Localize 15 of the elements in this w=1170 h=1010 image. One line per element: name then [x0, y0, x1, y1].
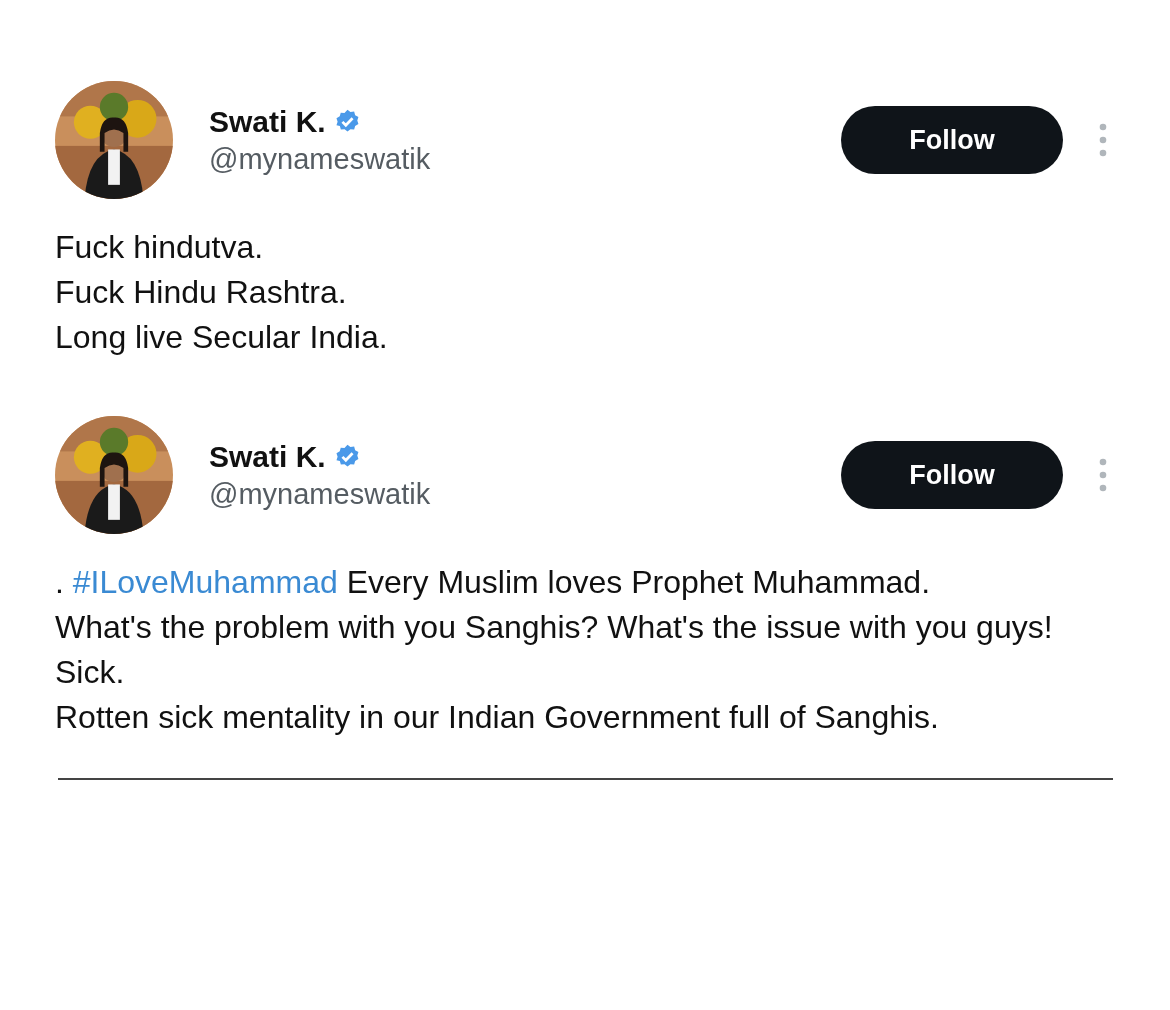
- more-icon[interactable]: [1099, 122, 1107, 158]
- author-name[interactable]: Swati K.: [209, 439, 326, 474]
- follow-button[interactable]: Follow: [841, 106, 1063, 174]
- follow-button[interactable]: Follow: [841, 441, 1063, 509]
- more-icon[interactable]: [1099, 457, 1107, 493]
- hashtag-link[interactable]: #ILoveMuhammad: [72, 564, 338, 600]
- tweet-text: Fuck Hindu Rashtra.: [55, 273, 348, 312]
- tweet-text: . #ILoveMuhammad Every Muslim loves Prophet Muhammad.: [55, 563, 931, 602]
- author-name[interactable]: Swati K.: [209, 104, 326, 139]
- tweet-text: Rotten sick mentality in our Indian Government full of Sanghis.: [55, 698, 940, 737]
- tweet-text: Long live Secular India.: [55, 318, 389, 357]
- tweet-text: What's the problem with you Sanghis? What's the issue with you guys! Sick.: [55, 608, 1054, 692]
- author-handle[interactable]: @mynameswatik: [209, 142, 841, 176]
- tweet-text: Fuck hindutva.: [55, 228, 265, 267]
- author-handle[interactable]: @mynameswatik: [209, 477, 841, 511]
